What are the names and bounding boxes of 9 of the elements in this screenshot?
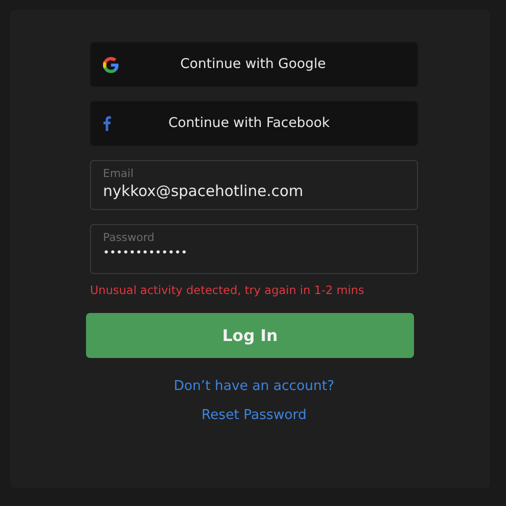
password-field[interactable]: Password ••••••••••••• <box>90 224 418 274</box>
email-field[interactable]: Email nykkox@spacehotline.com <box>90 160 418 210</box>
social-login-button[interactable]: Continue with Google <box>90 42 418 87</box>
reset-password-link[interactable]: Reset Password <box>201 404 307 425</box>
google-icon <box>103 56 119 72</box>
facebook-icon <box>103 116 111 131</box>
social-login-button[interactable]: Continue with Facebook <box>90 101 418 146</box>
error-message: Unusual activity detected, try again in 1-2 mins <box>90 282 366 299</box>
signup-link[interactable]: Don’t have an account? <box>174 376 334 396</box>
